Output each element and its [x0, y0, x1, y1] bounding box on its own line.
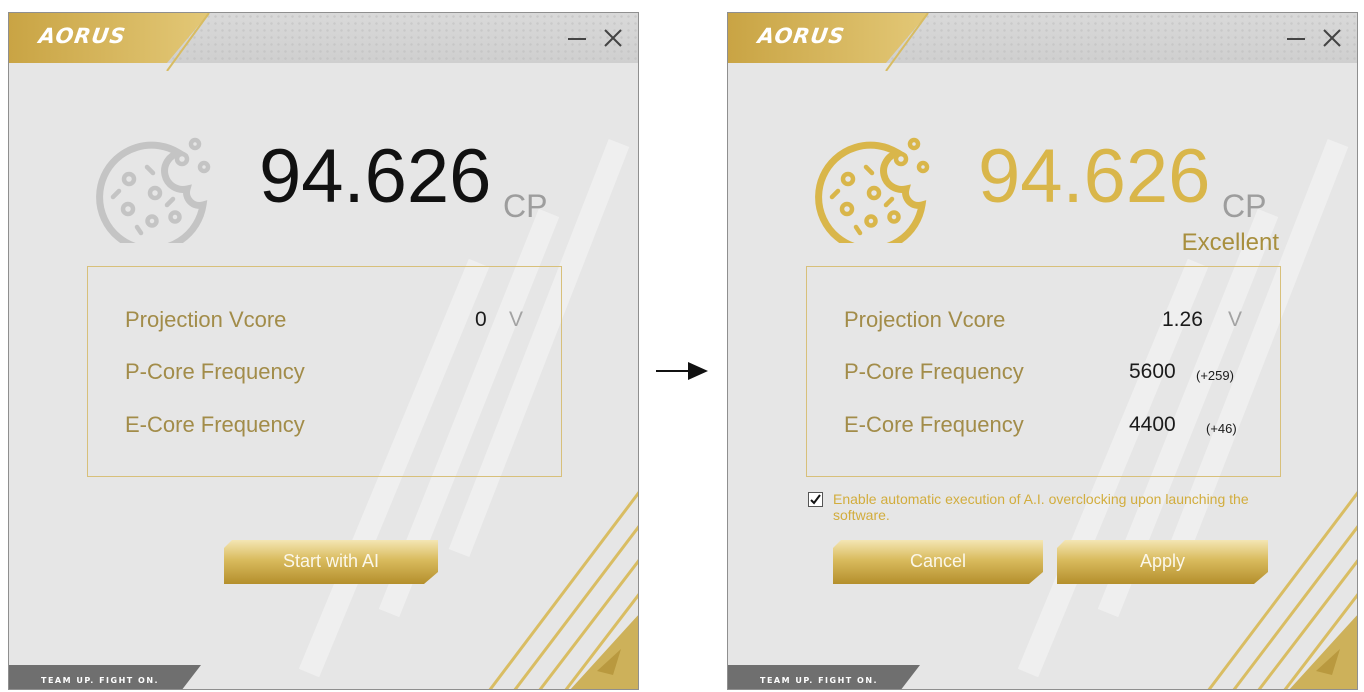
p-core-row: P-Core Frequency: [125, 359, 561, 389]
projection-panel: Projection Vcore 1.26 V P-Core Frequency…: [806, 266, 1281, 477]
aorus-eagle-icon: [597, 649, 621, 675]
apply-button[interactable]: Apply: [1057, 540, 1268, 584]
e-core-row: E-Core Frequency 4400 (+46): [844, 412, 1280, 442]
vcore-value: 1.26: [1162, 308, 1203, 331]
footer-slogan: TEAM UP. FIGHT ON.: [760, 676, 879, 685]
auto-execute-label: Enable automatic execution of A.I. overc…: [833, 491, 1249, 523]
p-core-value: 5600: [1129, 360, 1176, 383]
apply-label: Apply: [1139, 551, 1186, 571]
close-icon[interactable]: [1321, 27, 1343, 49]
footer-slogan: TEAM UP. FIGHT ON.: [41, 676, 160, 685]
p-core-delta: (+259): [1196, 368, 1234, 383]
score-unit: CP: [503, 188, 548, 224]
start-with-ai-label: Start with AI: [282, 551, 380, 571]
vcore-row: Projection Vcore 0 V: [125, 307, 561, 337]
title-bar[interactable]: AORUS: [728, 13, 1357, 71]
vcore-label: Projection Vcore: [844, 307, 1006, 332]
vcore-value: 0: [475, 308, 487, 331]
start-with-ai-button[interactable]: Start with AI: [224, 540, 438, 584]
ai-overclock-window-after: AORUS TEAM UP. FIGHT ON. 94.626 CP Excel…: [727, 12, 1358, 690]
minimize-icon[interactable]: [1285, 27, 1307, 49]
score-unit: CP: [1222, 188, 1267, 224]
ai-overclock-window-before: AORUS TEAM UP. FIGHT ON. 94.626 CP Proje…: [8, 12, 639, 690]
checkmark-icon: [810, 494, 821, 505]
cancel-button[interactable]: Cancel: [833, 540, 1043, 584]
aorus-logo: AORUS: [37, 24, 128, 48]
e-core-delta: (+46): [1206, 421, 1237, 436]
e-core-label: E-Core Frequency: [844, 412, 1024, 437]
p-core-label: P-Core Frequency: [125, 359, 305, 384]
vcore-row: Projection Vcore 1.26 V: [844, 307, 1280, 337]
vcore-unit: V: [509, 308, 524, 331]
projection-panel: Projection Vcore 0 V P-Core Frequency E-…: [87, 266, 562, 477]
score-value: 94.626: [259, 134, 492, 219]
aorus-logo: AORUS: [756, 24, 847, 48]
right-arrow-icon: [656, 362, 708, 380]
score-rating: Excellent: [1181, 229, 1279, 256]
e-core-value: 4400: [1129, 413, 1176, 436]
close-icon[interactable]: [602, 27, 624, 49]
cancel-label: Cancel: [909, 551, 967, 571]
cookie-icon: [96, 137, 211, 243]
aorus-eagle-icon: [1316, 649, 1340, 675]
cookie-icon: [815, 137, 930, 243]
vcore-label: Projection Vcore: [125, 307, 287, 332]
e-core-label: E-Core Frequency: [125, 412, 305, 437]
p-core-row: P-Core Frequency 5600 (+259): [844, 359, 1280, 389]
title-bar[interactable]: AORUS: [9, 13, 638, 71]
vcore-unit: V: [1228, 308, 1243, 331]
score-value: 94.626: [978, 134, 1211, 219]
auto-execute-checkbox[interactable]: [808, 492, 823, 507]
minimize-icon[interactable]: [566, 27, 588, 49]
e-core-row: E-Core Frequency: [125, 412, 561, 442]
p-core-label: P-Core Frequency: [844, 359, 1024, 384]
